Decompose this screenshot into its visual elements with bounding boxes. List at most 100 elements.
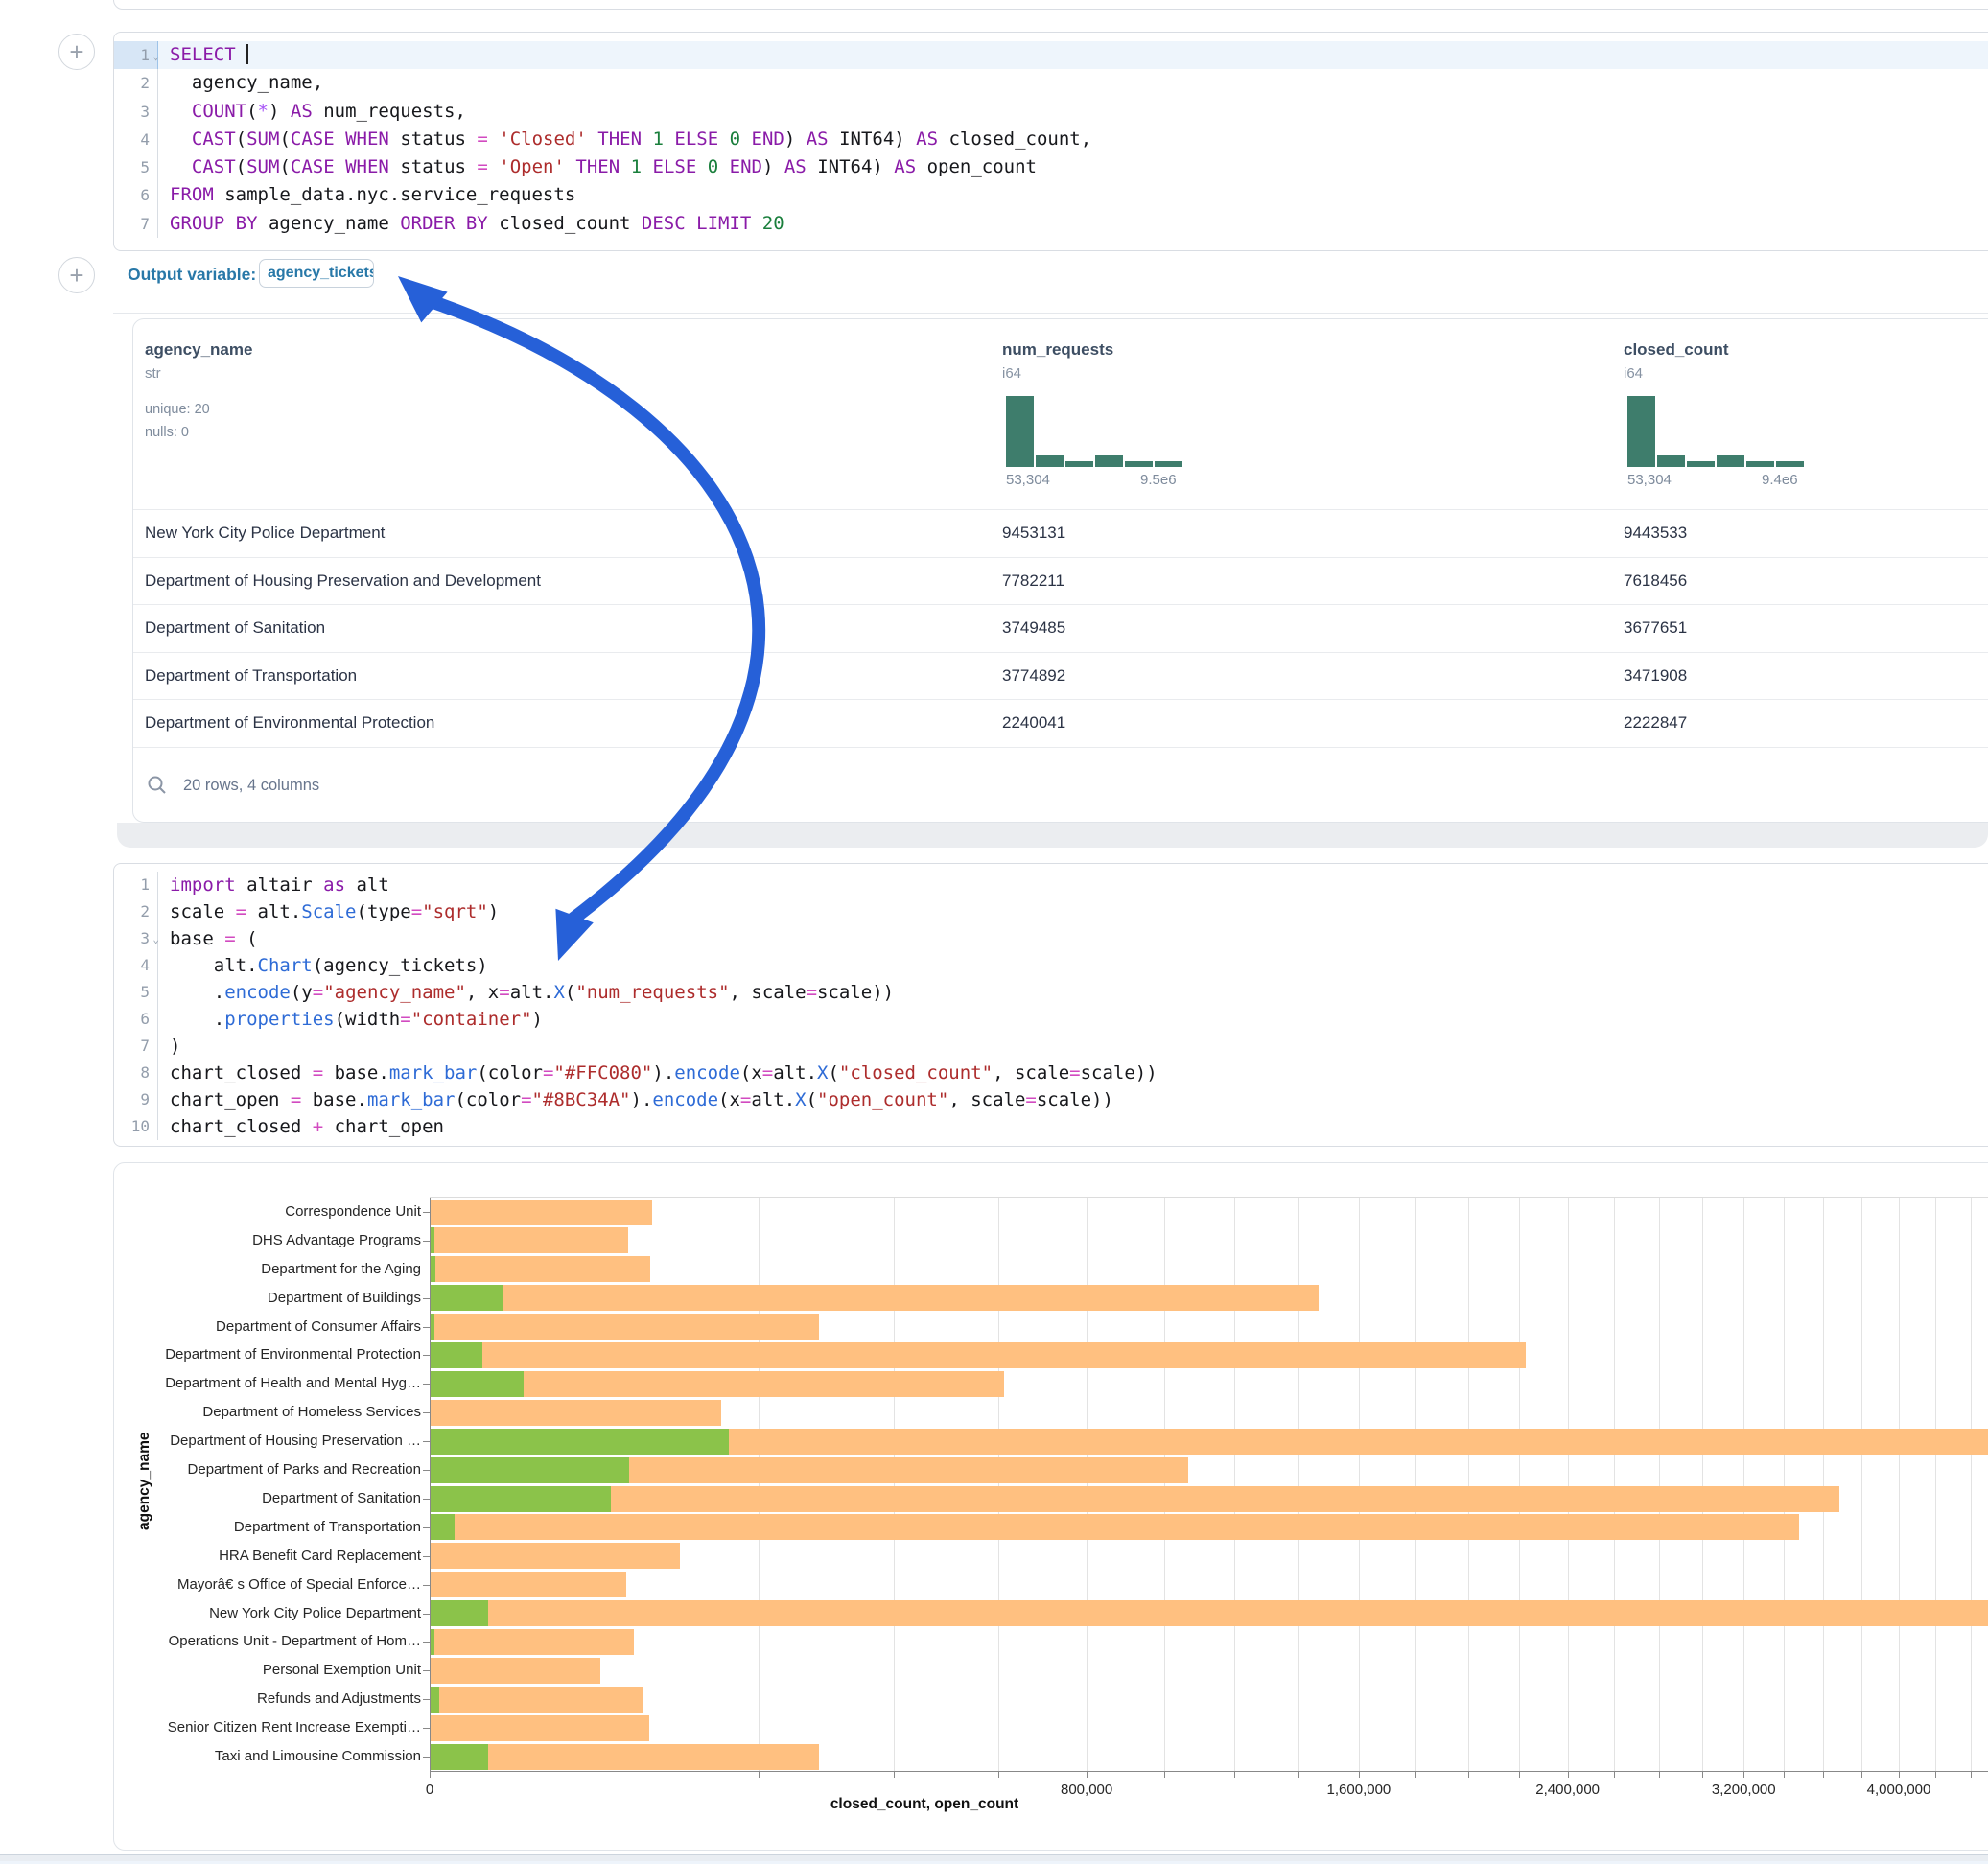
x-axis-tick <box>1519 1772 1520 1778</box>
y-axis-label: Department of Buildings <box>268 1290 421 1306</box>
x-axis-tick <box>1468 1772 1469 1778</box>
column-header[interactable]: closed_count <box>1624 340 1729 360</box>
column-header[interactable]: num_requests <box>1002 340 1113 360</box>
code-line[interactable]: 10chart_closed + chart_open <box>114 1113 1988 1140</box>
closed_count-bar <box>431 1600 1988 1626</box>
gridline <box>1899 1198 1900 1771</box>
table-row[interactable]: Department of Sanitation37494853677651 <box>133 604 1988 652</box>
x-axis-label: 4,800,000 <box>1962 1782 1988 1798</box>
fold-chevron-icon[interactable]: ⌄ <box>152 926 159 953</box>
code-text: CAST(SUM(CASE WHEN status = 'Open' THEN … <box>158 153 1037 181</box>
x-axis-label: 2,400,000 <box>1491 1782 1645 1798</box>
histogram-bar <box>1036 455 1064 467</box>
code-line[interactable]: 8chart_closed = base.mark_bar(color="#FF… <box>114 1060 1988 1086</box>
gridline <box>998 1198 999 1771</box>
open_count-bar <box>431 1457 629 1483</box>
cell-divider <box>113 313 1988 314</box>
code-line[interactable]: 2 agency_name, <box>114 69 1988 97</box>
code-text: SELECT <box>158 41 248 69</box>
gridline <box>1519 1198 1520 1771</box>
column-type: i64 <box>1624 365 1643 382</box>
code-line[interactable]: 4 CAST(SUM(CASE WHEN status = 'Closed' T… <box>114 126 1988 153</box>
closed_count-bar <box>431 1400 721 1426</box>
y-axis-label: Mayorâ€ s Office of Special Enforce… <box>177 1576 421 1593</box>
open_count-bar <box>431 1514 455 1540</box>
table-row[interactable]: Department of Transportation377489234719… <box>133 652 1988 700</box>
open_count-bar <box>431 1371 524 1397</box>
column-header[interactable]: agency_name <box>145 340 252 360</box>
open_count-bar <box>431 1600 488 1626</box>
y-axis-tick <box>423 1670 430 1671</box>
table-row[interactable]: Department of Environmental Protection22… <box>133 699 1988 748</box>
table-row[interactable]: Department of Housing Preservation and D… <box>133 557 1988 605</box>
fold-chevron-icon[interactable]: ⌄ <box>152 42 159 70</box>
open_count-bar <box>431 1486 611 1512</box>
line-number: 7 <box>114 210 158 238</box>
code-line[interactable]: 5 .encode(y="agency_name", x=alt.X("num_… <box>114 979 1988 1006</box>
gridline <box>1702 1198 1703 1771</box>
code-line[interactable]: 7GROUP BY agency_name ORDER BY closed_co… <box>114 210 1988 238</box>
add-cell-button-output[interactable]: + <box>58 257 95 293</box>
table-footer[interactable]: 20 rows, 4 columns <box>147 766 319 804</box>
histogram-bar <box>1095 455 1123 467</box>
table-cell: Department of Transportation <box>145 653 357 700</box>
search-icon[interactable] <box>147 775 168 796</box>
chart-x-axis-title: closed_count, open_count <box>637 1796 1212 1813</box>
output-variable-pill[interactable]: agency_tickets <box>259 259 374 288</box>
code-line[interactable]: 7) <box>114 1033 1988 1060</box>
open_count-bar <box>431 1256 435 1282</box>
code-line[interactable]: 2scale = alt.Scale(type="sqrt") <box>114 898 1988 925</box>
code-text: chart_closed = base.mark_bar(color="#FFC… <box>158 1060 1158 1086</box>
code-line[interactable]: 3 COUNT(*) AS num_requests, <box>114 98 1988 126</box>
y-axis-tick <box>423 1757 430 1758</box>
y-axis-tick <box>423 1728 430 1729</box>
y-axis-label: Operations Unit - Department of Hom… <box>169 1633 421 1649</box>
sql-code-cell[interactable]: 1⌄SELECT 2 agency_name,3 COUNT(*) AS num… <box>113 32 1988 251</box>
column-histogram[interactable]: 53,3049.4e6 <box>1627 394 1810 482</box>
histogram-bar <box>1717 455 1744 467</box>
histogram-bar <box>1627 396 1655 467</box>
code-line[interactable]: 3⌄base = ( <box>114 925 1988 952</box>
code-line[interactable]: 4 alt.Chart(agency_tickets) <box>114 952 1988 979</box>
y-axis-label: Refunds and Adjustments <box>257 1690 421 1707</box>
y-axis-tick <box>423 1585 430 1586</box>
y-axis-tick <box>423 1699 430 1700</box>
add-cell-button-top[interactable]: + <box>58 34 95 70</box>
y-axis-label: Department of Parks and Recreation <box>188 1461 421 1478</box>
table-cell: 3471908 <box>1624 653 1687 700</box>
table-cell: New York City Police Department <box>145 510 385 557</box>
table-row-count: 20 rows, 4 columns <box>183 777 319 795</box>
table-row[interactable]: New York City Police Department945313194… <box>133 509 1988 557</box>
y-axis-tick <box>423 1499 430 1500</box>
query-results-table[interactable]: agency_namestrunique: 20nulls: 0num_requ… <box>132 318 1988 823</box>
python-code-cell[interactable]: 1import altair as alt2scale = alt.Scale(… <box>113 863 1988 1147</box>
table-cell: 9453131 <box>1002 510 1065 557</box>
code-text: FROM sample_data.nyc.service_requests <box>158 181 575 209</box>
y-axis-tick <box>423 1212 430 1213</box>
code-line[interactable]: 9chart_open = base.mark_bar(color="#8BC3… <box>114 1086 1988 1113</box>
column-histogram[interactable]: 53,3049.5e6 <box>1006 394 1188 482</box>
code-line[interactable]: 6FROM sample_data.nyc.service_requests <box>114 181 1988 209</box>
gridline <box>1861 1198 1862 1771</box>
table-cell: 3677651 <box>1624 605 1687 652</box>
x-axis-tick <box>1659 1772 1660 1778</box>
x-axis-tick <box>1568 1772 1569 1778</box>
closed_count-bar <box>431 1256 650 1282</box>
column-meta: nulls: 0 <box>145 425 189 440</box>
line-number: 4 <box>114 952 158 979</box>
y-axis-tick <box>423 1441 430 1442</box>
y-axis-tick <box>423 1412 430 1413</box>
closed_count-bar <box>431 1629 634 1655</box>
code-text: chart_closed + chart_open <box>158 1113 444 1140</box>
gridline <box>1659 1198 1660 1771</box>
code-line[interactable]: 1⌄SELECT <box>114 41 1988 69</box>
code-line[interactable]: 6 .properties(width="container") <box>114 1006 1988 1033</box>
table-cell: Department of Housing Preservation and D… <box>145 558 541 605</box>
code-line[interactable]: 1import altair as alt <box>114 872 1988 898</box>
code-line[interactable]: 5 CAST(SUM(CASE WHEN status = 'Open' THE… <box>114 153 1988 181</box>
open_count-bar <box>431 1629 434 1655</box>
y-axis-tick <box>423 1470 430 1471</box>
x-axis-tick <box>1359 1772 1360 1778</box>
gridline <box>1935 1198 1936 1771</box>
open_count-bar <box>431 1314 434 1340</box>
